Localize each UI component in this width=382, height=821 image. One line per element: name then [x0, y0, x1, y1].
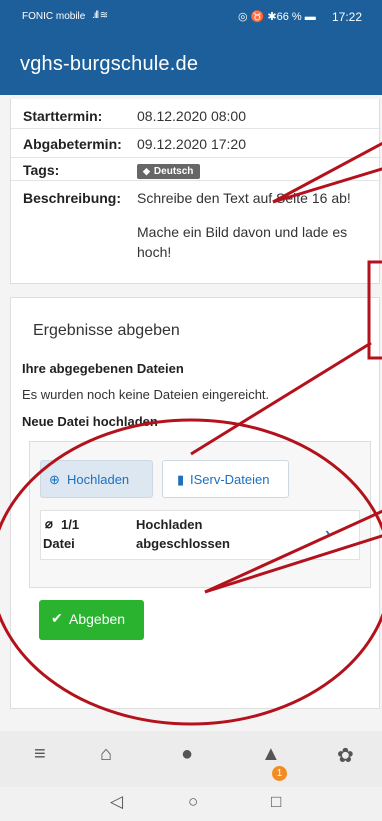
tag-badge[interactable]: ◆ Deutsch: [137, 164, 201, 179]
app-bar: vghs-burgschule.de: [0, 36, 382, 95]
status-icons: ◎ ♉ ✱66 % ▬: [238, 11, 316, 23]
file-icon: ▮: [177, 472, 185, 487]
submission-card: Ergebnisse abgeben Ihre abgegebenen Date…: [10, 297, 380, 709]
description-line-3: hoch!: [137, 244, 172, 260]
iserv-files-button[interactable]: ▮ IServ-Dateien: [162, 460, 289, 498]
upload-circle-icon: ⊕: [49, 472, 60, 487]
upload-heading: Neue Datei hochladen: [22, 414, 158, 429]
no-files-text: Es wurden noch keine Dateien eingereicht…: [22, 387, 270, 402]
upload-button[interactable]: ⊕ Hochladen: [40, 460, 153, 498]
iserv-files-label: IServ-Dateien: [190, 472, 270, 487]
description-row: Beschreibung: Schreibe den Text auf Seit…: [11, 181, 381, 284]
uploaded-file-row[interactable]: ⌀ 1/1 Datei Hochladen abgeschlossen ›: [40, 510, 360, 560]
recents-icon[interactable]: □: [271, 792, 281, 812]
description-line-1: Schreibe den Text auf Seite 16 ab!: [137, 190, 351, 206]
description-line-2: Mache ein Bild davon und lade es: [137, 224, 348, 240]
back-icon[interactable]: ◁: [110, 792, 123, 812]
start-label: Starttermin:: [23, 108, 103, 124]
tag-icon: ◆: [143, 166, 150, 176]
home-circle-icon[interactable]: ○: [188, 792, 198, 812]
bell-icon[interactable]: ▲: [261, 743, 281, 766]
file-word: Datei: [43, 536, 75, 551]
tag-label: Deutsch: [153, 166, 194, 177]
tags-row: Tags: ◆ Deutsch: [11, 158, 381, 181]
tags-label: Tags:: [23, 162, 60, 178]
description-label: Beschreibung:: [23, 190, 122, 206]
upload-panel: ⊕ Hochladen ▮ IServ-Dateien ⌀ 1/1 Datei …: [29, 441, 371, 588]
gear-icon[interactable]: ✿: [337, 743, 354, 768]
start-value: 08.12.2020 08:00: [137, 108, 246, 124]
page-content[interactable]: Starttermin: 08.12.2020 08:00 Abgabeterm…: [0, 95, 382, 731]
due-value: 09.12.2020 17:20: [137, 136, 246, 152]
paperclip-icon: ⌀: [45, 516, 53, 531]
submission-heading: Ergebnisse abgeben: [33, 322, 180, 339]
chat-icon[interactable]: ●: [181, 743, 193, 766]
system-navigation: ◁ ○ □: [0, 787, 382, 821]
app-title: vghs-burgschule.de: [20, 53, 199, 75]
menu-icon[interactable]: ≡: [34, 743, 46, 766]
notification-badge: 1: [272, 766, 287, 781]
start-row: Starttermin: 08.12.2020 08:00: [11, 99, 381, 129]
checkmark-icon: ✔: [51, 610, 63, 626]
submitted-files-heading: Ihre abgegebenen Dateien: [22, 361, 184, 376]
file-status-line-2: abgeschlossen: [136, 536, 230, 551]
file-count: 1/1: [61, 517, 80, 532]
submit-button[interactable]: ✔ Abgeben: [39, 600, 144, 640]
due-label: Abgabetermin:: [23, 136, 122, 152]
task-details-card: Starttermin: 08.12.2020 08:00 Abgabeterm…: [10, 99, 381, 284]
due-row: Abgabetermin: 09.12.2020 17:20: [11, 129, 381, 158]
file-status-line-1: Hochladen: [136, 517, 203, 532]
home-icon[interactable]: ⌂: [100, 743, 112, 766]
status-bar: FONIC mobile .ıll ≋ ◎ ♉ ✱66 % ▬ 17:22: [0, 0, 382, 36]
carrier-name: FONIC mobile: [22, 11, 86, 22]
submit-button-label: Abgeben: [69, 611, 126, 627]
upload-button-label: Hochladen: [67, 472, 130, 487]
bottom-navigation: ≡ ⌂ ● ▲ 1 ✿: [0, 731, 382, 787]
signal-icon: .ıll ≋: [92, 10, 108, 21]
clock: 17:22: [332, 10, 363, 24]
chevron-right-icon[interactable]: ›: [325, 525, 330, 543]
